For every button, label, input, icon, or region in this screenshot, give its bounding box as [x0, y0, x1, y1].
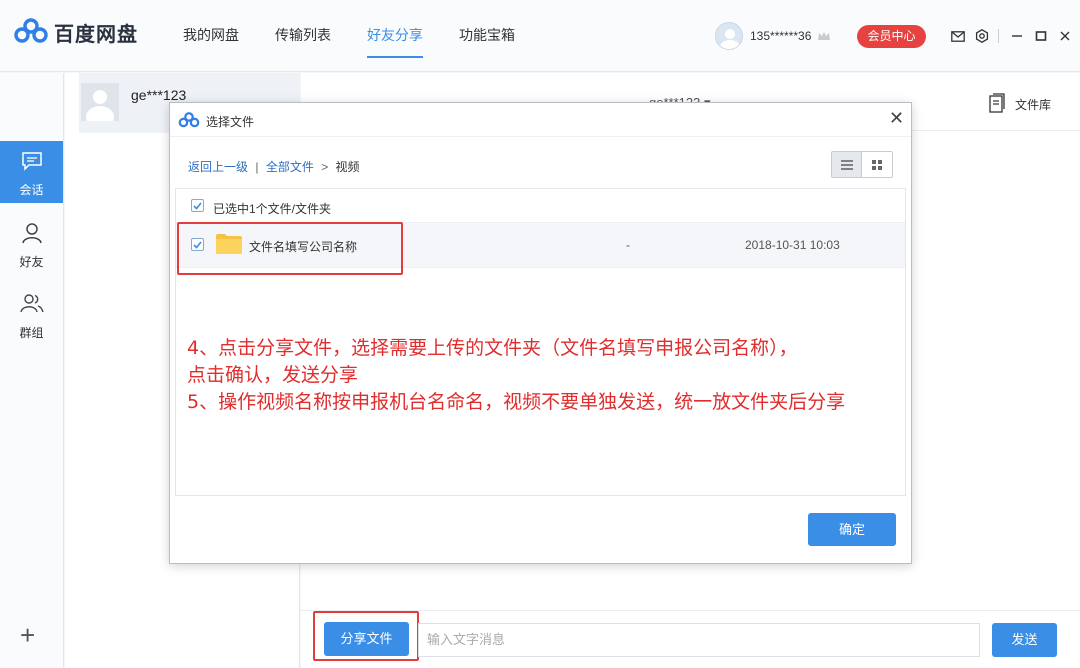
instruction-annotation: 4、点击分享文件，选择需要上传的文件夹（文件名填写申报公司名称）， 点击确认，发…	[187, 335, 845, 416]
rail-label: 会话	[19, 183, 44, 197]
file-library-button[interactable]: 文件库	[989, 93, 1051, 116]
nav-friend-share[interactable]: 好友分享	[349, 0, 441, 72]
list-view-icon[interactable]	[832, 152, 862, 177]
nav-toolbox[interactable]: 功能宝箱	[441, 0, 533, 72]
selected-count-text: 已选中1个文件/文件夹	[213, 202, 332, 216]
annotation-line: 4、点击分享文件，选择需要上传的文件夹（文件名填写申报公司名称），	[187, 337, 798, 359]
rail-item-conversations[interactable]: 会话	[0, 141, 63, 203]
annotation-line: 点击确认，发送分享	[187, 364, 359, 386]
contact-name: ge***123	[131, 87, 187, 103]
view-toggle	[831, 151, 893, 178]
send-button[interactable]: 发送	[992, 623, 1057, 657]
annotation-highlight-box	[177, 222, 403, 275]
mail-icon[interactable]	[946, 27, 970, 45]
file-date: 2018-10-31 10:03	[745, 238, 840, 252]
settings-icon[interactable]	[970, 27, 994, 45]
dialog-title: 选择文件	[206, 115, 255, 129]
close-icon[interactable]: ✕	[889, 108, 904, 128]
group-icon	[20, 293, 44, 316]
user-icon	[22, 222, 42, 247]
user-profile[interactable]: 135******36	[715, 22, 831, 50]
breadcrumb-arrow: >	[321, 160, 329, 174]
add-icon[interactable]: +	[20, 622, 35, 648]
select-all-row[interactable]: 已选中1个文件/文件夹	[176, 189, 905, 223]
select-file-dialog: 选择文件 ✕ 返回上一级 | 全部文件 > 视频 已选中1个文件/文件夹 文件名…	[169, 102, 912, 564]
vip-center-button[interactable]: 会员中心	[857, 25, 926, 48]
vip-crown-icon	[817, 31, 831, 41]
rail-label: 群组	[19, 326, 44, 340]
breadcrumb-separator: |	[255, 160, 259, 174]
baidu-cloud-logo-icon	[178, 112, 200, 131]
close-icon[interactable]	[1053, 27, 1077, 45]
avatar[interactable]	[715, 22, 743, 50]
message-input[interactable]: 输入文字消息	[418, 623, 980, 657]
confirm-button[interactable]: 确定	[808, 513, 896, 546]
dialog-header: 选择文件 ✕	[170, 103, 911, 137]
annotation-line: 5、操作视频名称按申报机台名命名，视频不要单独发送，统一放文件夹后分享	[187, 391, 846, 413]
file-size: -	[626, 238, 630, 252]
all-files-link[interactable]: 全部文件	[266, 160, 314, 174]
app-title: 百度网盘	[54, 24, 138, 46]
baidu-cloud-logo-icon	[14, 18, 48, 47]
chat-icon	[21, 151, 43, 174]
share-file-button[interactable]: 分享文件	[324, 622, 409, 656]
avatar	[81, 83, 119, 121]
maximize-icon[interactable]	[1029, 27, 1053, 45]
separator	[998, 29, 999, 43]
rail-label: 好友	[19, 255, 44, 269]
file-library-label: 文件库	[1015, 98, 1052, 112]
grid-view-icon[interactable]	[862, 152, 892, 177]
main-nav: 我的网盘 传输列表 好友分享 功能宝箱	[165, 0, 533, 72]
document-icon	[989, 93, 1005, 116]
top-bar: 百度网盘 我的网盘 传输列表 好友分享 功能宝箱 135******36 会员中…	[0, 0, 1080, 72]
window-controls	[946, 27, 1077, 45]
select-all-checkbox[interactable]	[191, 199, 204, 212]
username: 135******36	[750, 29, 812, 43]
rail-item-groups[interactable]: 群组	[0, 284, 63, 346]
chat-footer: 分享文件 输入文字消息 发送	[301, 610, 1080, 668]
minimize-icon[interactable]	[1005, 27, 1029, 45]
left-rail: 会话 好友 群组 +	[0, 73, 64, 668]
breadcrumb: 返回上一级 | 全部文件 > 视频	[188, 158, 360, 175]
back-link[interactable]: 返回上一级	[188, 160, 248, 174]
rail-item-friends[interactable]: 好友	[0, 213, 63, 275]
nav-my-disk[interactable]: 我的网盘	[165, 0, 257, 72]
current-folder: 视频	[335, 160, 360, 174]
app-logo: 百度网盘	[14, 18, 138, 47]
nav-transfer-list[interactable]: 传输列表	[257, 0, 349, 72]
